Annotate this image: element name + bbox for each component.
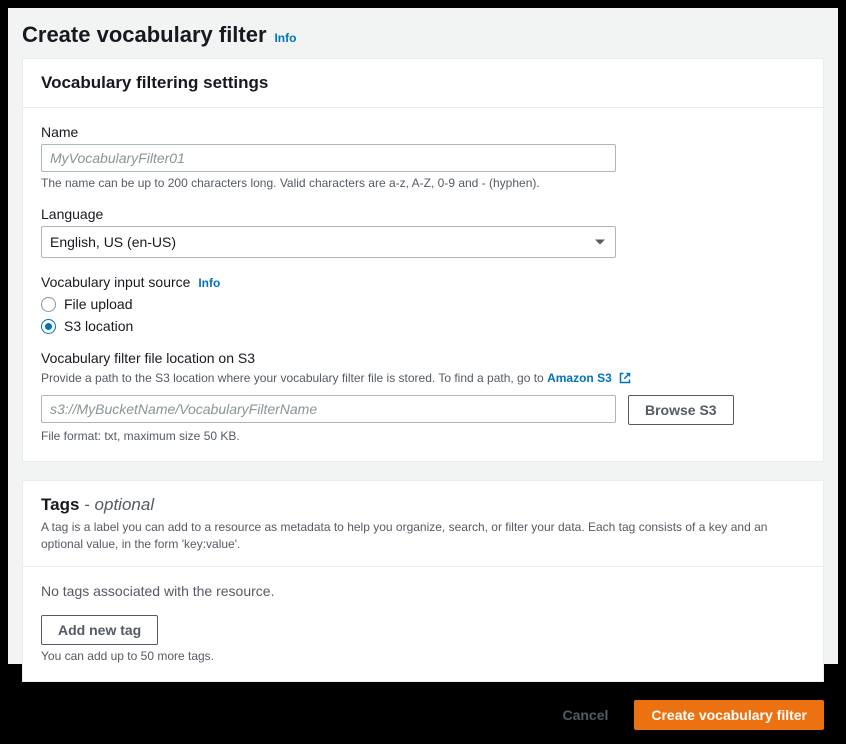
- name-input[interactable]: [41, 144, 616, 172]
- s3-location-input[interactable]: [41, 395, 616, 423]
- s3-location-desc: Provide a path to the S3 location where …: [41, 370, 805, 389]
- cancel-button[interactable]: Cancel: [546, 700, 624, 730]
- language-field: Language English, US (en-US): [41, 206, 805, 258]
- s3-location-hint: File format: txt, maximum size 50 KB.: [41, 429, 805, 443]
- tags-panel-header: Tags - optional A tag is a label you can…: [23, 481, 823, 568]
- radio-label: S3 location: [64, 318, 133, 334]
- radio-file-upload[interactable]: File upload: [41, 296, 805, 312]
- settings-panel-title: Vocabulary filtering settings: [41, 73, 805, 93]
- language-label: Language: [41, 206, 805, 222]
- page-header: Create vocabulary filter Info: [8, 8, 838, 58]
- tags-remaining-hint: You can add up to 50 more tags.: [41, 649, 805, 663]
- name-label: Name: [41, 124, 805, 140]
- tags-optional-label: - optional: [84, 495, 154, 514]
- s3-location-label: Vocabulary filter file location on S3: [41, 350, 805, 366]
- footer-actions: Cancel Create vocabulary filter: [8, 700, 838, 744]
- tags-panel-desc: A tag is a label you can add to a resour…: [41, 519, 805, 553]
- no-tags-message: No tags associated with the resource.: [41, 583, 805, 599]
- external-link-icon: [619, 372, 631, 389]
- chevron-down-icon: [595, 240, 605, 245]
- amazon-s3-link[interactable]: Amazon S3: [547, 371, 631, 385]
- name-hint: The name can be up to 200 characters lon…: [41, 176, 805, 190]
- radio-label: File upload: [64, 296, 133, 312]
- language-value: English, US (en-US): [50, 232, 176, 252]
- tags-panel-title: Tags - optional: [41, 495, 805, 515]
- radio-icon: [41, 297, 56, 312]
- language-select[interactable]: English, US (en-US): [41, 226, 616, 258]
- s3-location-field: Vocabulary filter file location on S3 Pr…: [41, 350, 805, 443]
- radio-s3-location[interactable]: S3 location: [41, 318, 805, 334]
- tags-panel: Tags - optional A tag is a label you can…: [22, 480, 824, 683]
- input-source-field: Vocabulary input source Info File upload…: [41, 274, 805, 334]
- add-new-tag-button[interactable]: Add new tag: [41, 615, 158, 645]
- input-source-label: Vocabulary input source: [41, 274, 190, 290]
- create-button[interactable]: Create vocabulary filter: [634, 700, 824, 730]
- page-info-link[interactable]: Info: [274, 31, 296, 45]
- input-source-info-link[interactable]: Info: [198, 276, 220, 290]
- settings-panel: Vocabulary filtering settings Name The n…: [22, 58, 824, 462]
- name-field: Name The name can be up to 200 character…: [41, 124, 805, 190]
- settings-panel-header: Vocabulary filtering settings: [23, 59, 823, 108]
- page-title: Create vocabulary filter: [22, 22, 267, 47]
- radio-icon: [41, 319, 56, 334]
- browse-s3-button[interactable]: Browse S3: [628, 395, 734, 425]
